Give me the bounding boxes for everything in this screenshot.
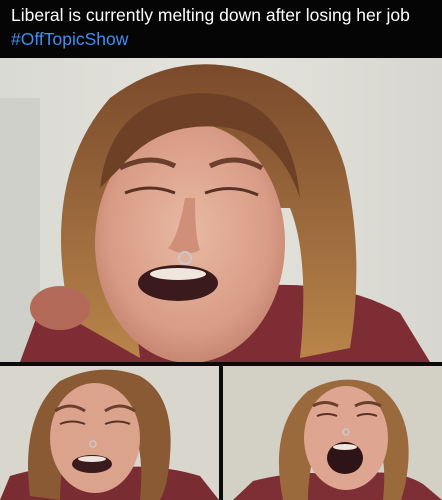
crying-woman-image [0, 58, 442, 362]
caption-text: Liberal is currently melting down after … [11, 5, 410, 25]
bottom-left-photo[interactable] [0, 366, 219, 500]
screaming-woman-image [223, 366, 442, 500]
bottom-right-photo[interactable] [223, 366, 442, 500]
post-caption: Liberal is currently melting down after … [0, 0, 442, 58]
hashtag-link[interactable]: #OffTopicShow [11, 29, 128, 49]
social-post: Liberal is currently melting down after … [0, 0, 442, 500]
crying-woman-image [0, 366, 219, 500]
main-photo[interactable] [0, 58, 442, 362]
